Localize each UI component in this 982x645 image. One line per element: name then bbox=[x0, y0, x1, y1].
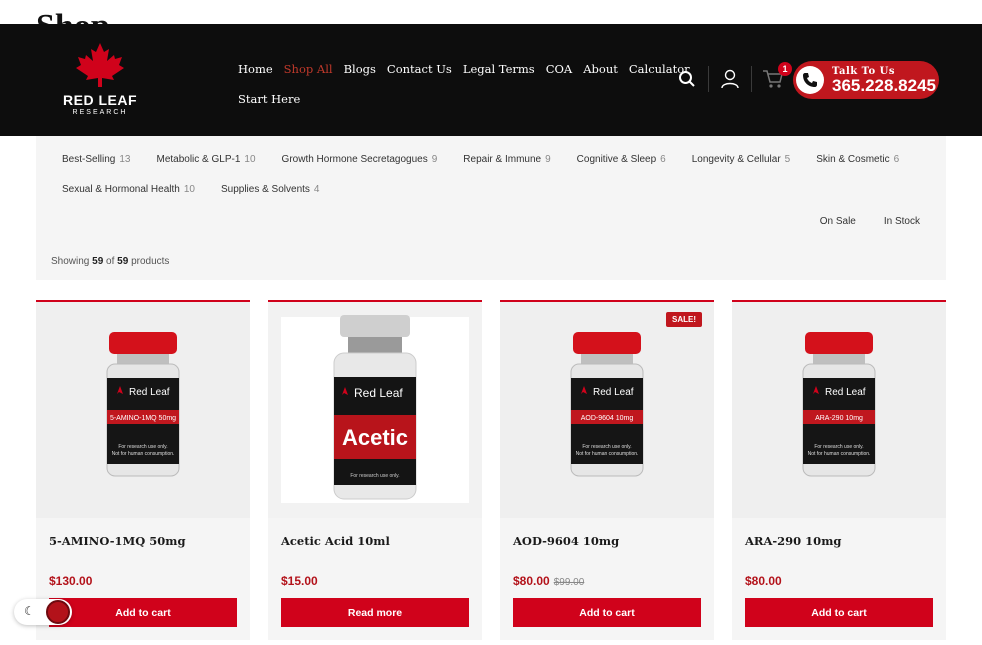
svg-text:ARA-290 10mg: ARA-290 10mg bbox=[815, 415, 863, 422]
header-icons: 1 bbox=[672, 62, 792, 94]
svg-text:For research use only.: For research use only. bbox=[118, 444, 167, 450]
category-row-1: Best-Selling 13 Metabolic & GLP-1 10 Growt… bbox=[62, 154, 899, 165]
nav-home[interactable]: Home bbox=[238, 62, 273, 76]
image-frame: Red Leaf Acetic For research use only. bbox=[281, 315, 469, 503]
divider bbox=[708, 66, 709, 92]
svg-text:For research use only.: For research use only. bbox=[582, 444, 631, 450]
product-name[interactable]: AOD-9604 10mg bbox=[513, 534, 619, 548]
vial-image: Red Leaf AOD-9604 10mg For research use … bbox=[570, 332, 644, 477]
nav-legal-terms[interactable]: Legal Terms bbox=[463, 62, 535, 76]
category-sexual-hormonal[interactable]: Sexual & Hormonal Health 10 bbox=[62, 184, 195, 195]
product-card[interactable]: Red Leaf 5-AMINO-1MQ 50mg For research u… bbox=[36, 300, 250, 640]
logo-subtitle: RESEARCH bbox=[72, 109, 128, 116]
phone-number: 365.228.8245 bbox=[832, 75, 936, 95]
nav-blogs[interactable]: Blogs bbox=[344, 62, 376, 76]
category-longevity-cellular[interactable]: Longevity & Cellular 5 bbox=[692, 154, 791, 165]
result-count: Showing 59 of 59 products bbox=[51, 256, 170, 267]
product-image[interactable]: Red Leaf 5-AMINO-1MQ 50mg For research u… bbox=[36, 302, 250, 518]
on-sale-filter[interactable]: On Sale bbox=[820, 216, 856, 227]
talk-text: Talk To Us 365.228.8245 bbox=[832, 66, 936, 95]
main-nav: Home Shop All Blogs Contact Us Legal Ter… bbox=[238, 54, 690, 114]
product-image[interactable]: Red Leaf ARA-290 10mg For research use o… bbox=[732, 302, 946, 518]
nav-coa[interactable]: COA bbox=[546, 62, 573, 76]
maple-leaf-icon bbox=[76, 43, 124, 87]
product-grid: Red Leaf 5-AMINO-1MQ 50mg For research u… bbox=[36, 300, 946, 640]
nav-contact-us[interactable]: Contact Us bbox=[387, 62, 452, 76]
cart-count-badge: 1 bbox=[778, 62, 792, 76]
product-name[interactable]: ARA-290 10mg bbox=[745, 534, 841, 548]
svg-text:Acetic: Acetic bbox=[342, 425, 408, 450]
nav-row-1: Home Shop All Blogs Contact Us Legal Ter… bbox=[238, 54, 690, 84]
svg-text:Not for human consumption.: Not for human consumption. bbox=[112, 451, 175, 457]
product-card[interactable]: Red Leaf ARA-290 10mg For research use o… bbox=[732, 300, 946, 640]
product-price: $130.00 bbox=[49, 574, 93, 588]
cart-button[interactable]: 1 bbox=[758, 62, 792, 94]
stock-filters: On Sale In Stock bbox=[820, 216, 920, 227]
product-name[interactable]: Acetic Acid 10ml bbox=[281, 534, 390, 548]
category-best-selling[interactable]: Best-Selling 13 bbox=[62, 154, 130, 165]
nav-about[interactable]: About bbox=[583, 62, 618, 76]
svg-text:For research use only.: For research use only. bbox=[814, 444, 863, 450]
nav-row-2: Start Here bbox=[238, 84, 658, 114]
toggle-knob bbox=[46, 600, 70, 624]
product-name[interactable]: 5-AMINO-1MQ 50mg bbox=[49, 534, 186, 548]
svg-text:For research use only.: For research use only. bbox=[350, 473, 399, 479]
user-icon bbox=[721, 69, 739, 89]
category-supplies-solvents[interactable]: Supplies & Solvents 4 bbox=[221, 184, 320, 195]
product-price: $15.00 bbox=[281, 574, 318, 588]
product-image[interactable]: SALE! Red Leaf AOD-9604 10mg For researc… bbox=[500, 302, 714, 518]
svg-text:Red Leaf: Red Leaf bbox=[825, 387, 866, 398]
svg-text:AOD-9604 10mg: AOD-9604 10mg bbox=[581, 415, 634, 422]
filter-panel: Best-Selling 13 Metabolic & GLP-1 10 Growt… bbox=[36, 136, 946, 280]
nav-shop-all[interactable]: Shop All bbox=[284, 62, 333, 76]
divider bbox=[751, 66, 752, 92]
moon-icon: ☾ bbox=[24, 604, 35, 618]
add-to-cart-button[interactable]: Add to cart bbox=[49, 598, 237, 627]
svg-text:Red Leaf: Red Leaf bbox=[129, 387, 170, 398]
add-to-cart-button[interactable]: Add to cart bbox=[513, 598, 701, 627]
svg-text:Red Leaf: Red Leaf bbox=[354, 386, 403, 400]
talk-to-us-button[interactable]: Talk To Us 365.228.8245 bbox=[793, 61, 939, 99]
dark-mode-toggle[interactable]: ☾ bbox=[14, 599, 72, 625]
product-card[interactable]: SALE! Red Leaf AOD-9604 10mg For researc… bbox=[500, 300, 714, 640]
category-cognitive-sleep[interactable]: Cognitive & Sleep 6 bbox=[577, 154, 666, 165]
product-image[interactable]: Red Leaf Acetic For research use only. bbox=[268, 302, 482, 518]
logo-name: RED LEAF bbox=[63, 92, 137, 108]
logo[interactable]: RED LEAF RESEARCH bbox=[58, 42, 142, 122]
sale-badge: SALE! bbox=[666, 312, 702, 327]
vial-image: Red Leaf 5-AMINO-1MQ 50mg For research u… bbox=[106, 332, 180, 477]
svg-text:Not for human consumption.: Not for human consumption. bbox=[808, 451, 871, 457]
vial-image: Red Leaf ARA-290 10mg For research use o… bbox=[802, 332, 876, 477]
category-metabolic-glp1[interactable]: Metabolic & GLP-1 10 bbox=[156, 154, 255, 165]
category-growth-hormone[interactable]: Growth Hormone Secretagogues 9 bbox=[282, 154, 438, 165]
product-price: $80.00 bbox=[745, 574, 782, 588]
read-more-button[interactable]: Read more bbox=[281, 598, 469, 627]
add-to-cart-button[interactable]: Add to cart bbox=[745, 598, 933, 627]
search-button[interactable] bbox=[672, 64, 702, 94]
old-price: $99.00 bbox=[553, 577, 585, 588]
nav-start-here[interactable]: Start Here bbox=[238, 92, 300, 106]
category-repair-immune[interactable]: Repair & Immune 9 bbox=[463, 154, 550, 165]
category-skin-cosmetic[interactable]: Skin & Cosmetic 6 bbox=[816, 154, 899, 165]
product-price: $80.00 $99.00 bbox=[513, 574, 585, 588]
phone-icon bbox=[796, 66, 824, 94]
talk-label: Talk To Us bbox=[832, 65, 895, 77]
search-icon bbox=[679, 71, 695, 87]
in-stock-filter[interactable]: In Stock bbox=[884, 216, 920, 227]
category-row-2: Sexual & Hormonal Health 10 Supplies & So… bbox=[62, 184, 319, 195]
account-button[interactable] bbox=[715, 64, 745, 94]
site-header: RED LEAF RESEARCH Home Shop All Blogs Co… bbox=[0, 24, 982, 136]
svg-text:Not for human consumption.: Not for human consumption. bbox=[576, 451, 639, 457]
vial-image: Red Leaf Acetic For research use only. bbox=[333, 315, 417, 500]
svg-text:5-AMINO-1MQ 50mg: 5-AMINO-1MQ 50mg bbox=[110, 415, 176, 422]
svg-text:Red Leaf: Red Leaf bbox=[593, 387, 634, 398]
product-card[interactable]: Red Leaf Acetic For research use only. A… bbox=[268, 300, 482, 640]
